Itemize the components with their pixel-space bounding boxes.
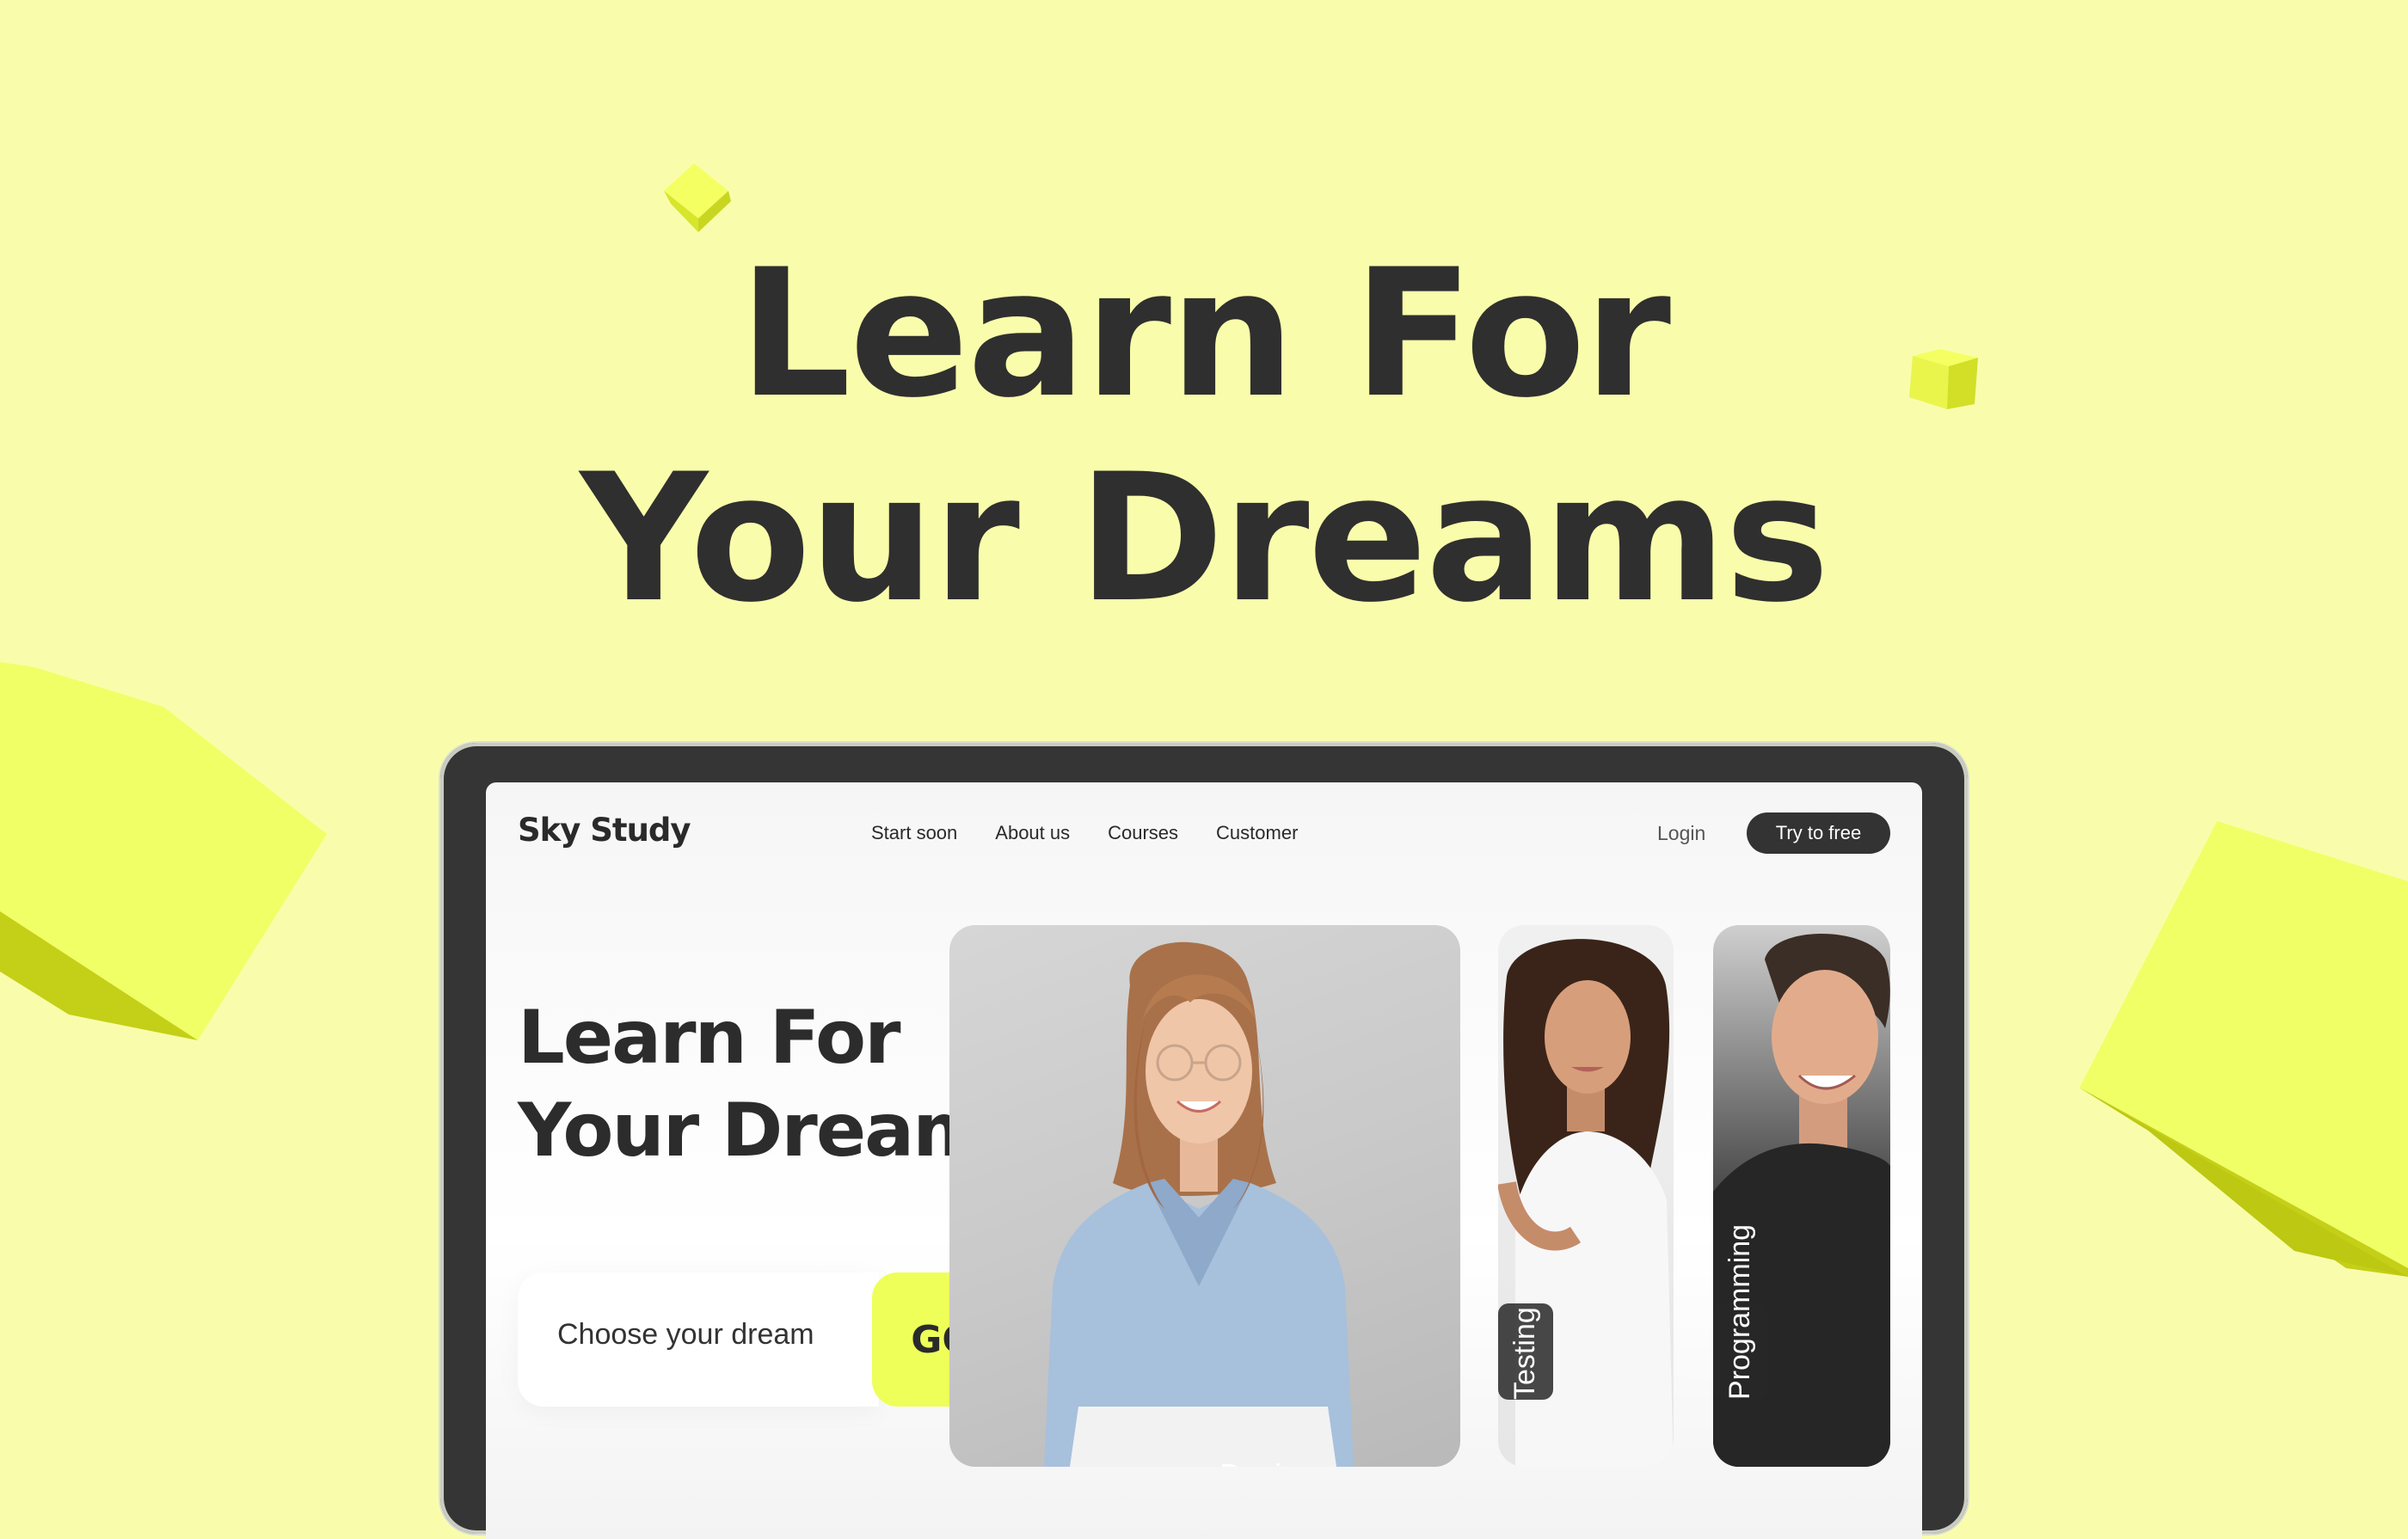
nav-link-about-us[interactable]: About us	[995, 822, 1070, 844]
nav-link-start-soon[interactable]: Start soon	[871, 822, 957, 844]
dream-search-box	[518, 1272, 879, 1407]
hero-heading: Learn For Your Dreams	[0, 232, 2408, 641]
course-card-testing[interactable]: Testing	[1498, 925, 1674, 1467]
login-link[interactable]: Login	[1657, 822, 1705, 845]
cube-decoration-right	[2079, 821, 2408, 1277]
dream-search-input[interactable]	[556, 1317, 869, 1352]
nav-links: Start soon About us Courses Customer	[871, 822, 1298, 844]
woman-photo	[1044, 941, 1354, 1467]
try-free-button[interactable]: Try to free	[1747, 812, 1890, 854]
nav-link-courses[interactable]: Courses	[1108, 822, 1178, 844]
nav-link-customer[interactable]: Customer	[1216, 822, 1298, 844]
site-navbar: Sky Study Start soon About us Courses Cu…	[486, 782, 1922, 884]
testing-label: Testing	[1508, 1307, 1541, 1400]
programming-label: Programming	[1723, 1223, 1756, 1400]
course-card-programming[interactable]: Programming	[1713, 925, 1890, 1467]
cube-decoration-left	[0, 662, 335, 1049]
hero-heading-line2: Your Dreams	[580, 437, 1829, 641]
design-label-line1: Design	[1219, 1458, 1328, 1468]
cube-decoration-top-left	[655, 156, 733, 234]
laptop-screen: Sky Study Start soon About us Courses Cu…	[486, 782, 1922, 1539]
hero-heading-line1: Learn For	[738, 232, 1671, 437]
site-logo[interactable]: Sky Study	[518, 812, 691, 849]
course-card-design[interactable]: Design courses	[949, 925, 1460, 1467]
design-courses-label: Design courses	[1219, 1458, 1328, 1468]
